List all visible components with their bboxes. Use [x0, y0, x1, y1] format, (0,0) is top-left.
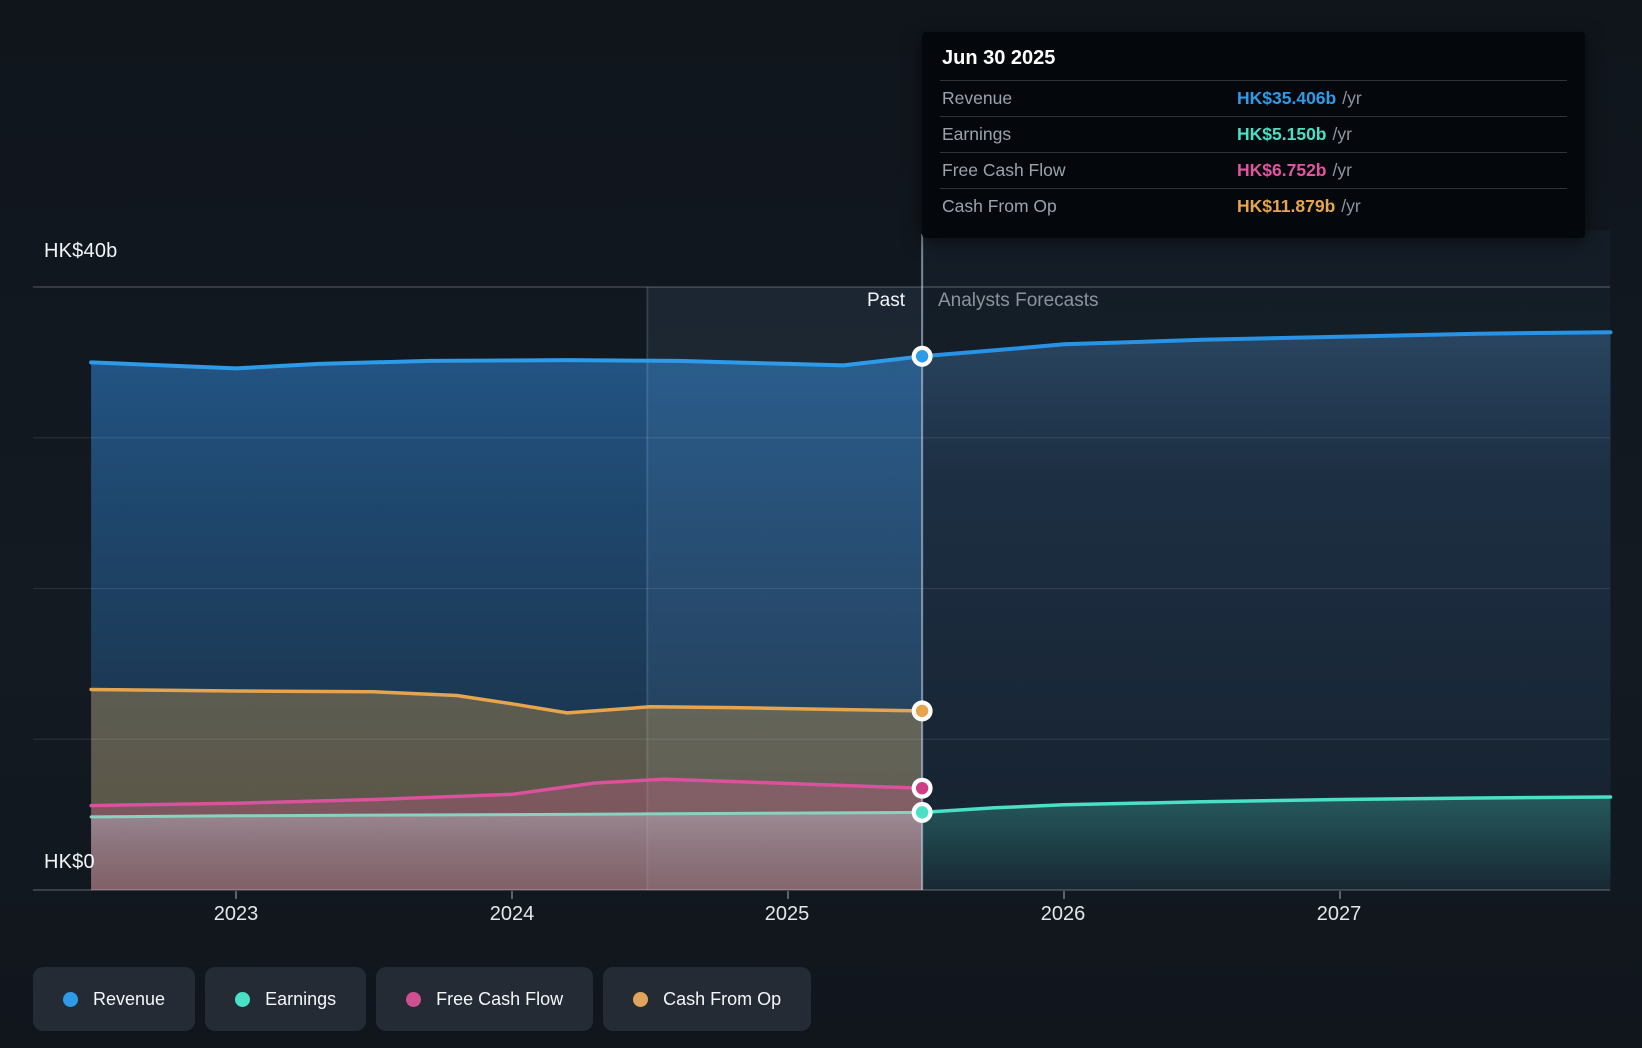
x-tick-2026: 2026	[1040, 903, 1086, 925]
cash-from-op-dot-icon	[633, 991, 649, 1007]
x-tick-2025: 2025	[764, 903, 810, 925]
revenue-dot-icon	[63, 991, 78, 1007]
x-tick-2027: 2027	[1316, 903, 1362, 925]
earnings-dot-icon	[235, 991, 251, 1007]
x-tick-2023: 2023	[213, 903, 259, 925]
tooltip: Jun 30 2025 Revenue HK$35.406b/yr Earnin…	[922, 32, 1585, 238]
tooltip-row-revenue: Revenue HK$35.406b/yr	[940, 80, 1567, 116]
legend-pill-revenue[interactable]: Revenue	[33, 967, 196, 1031]
analysts-forecasts-label: Analysts Forecasts	[938, 290, 1099, 311]
y-axis-label-0: HK$0	[44, 851, 95, 873]
earnings-value: HK$5.150b	[1237, 124, 1327, 144]
x-tick-2024: 2024	[489, 903, 535, 925]
earnings-revenue-growth-chart: HK$40b HK$0 Past Analysts Forecasts 2023…	[0, 0, 1642, 1048]
tooltip-date: Jun 30 2025	[942, 47, 1056, 69]
legend-pill-earnings[interactable]: Earnings	[205, 967, 367, 1031]
legend-pill-cash-from-op[interactable]: Cash From Op	[603, 967, 812, 1031]
cash-from-op-value: HK$11.879b	[1237, 196, 1336, 216]
y-axis-label-40b: HK$40b	[44, 240, 118, 262]
free-cash-flow-dot-icon	[406, 991, 422, 1007]
tooltip-row-earnings: Earnings HK$5.150b/yr	[940, 116, 1567, 152]
legend-pill-free-cash-flow[interactable]: Free Cash Flow	[376, 967, 594, 1031]
legend: Revenue Earnings Free Cash Flow Cash Fro…	[33, 967, 812, 1031]
tooltip-row-free-cash-flow: Free Cash Flow HK$6.752b/yr	[940, 152, 1567, 188]
free-cash-flow-value: HK$6.752b	[1237, 160, 1327, 180]
revenue-value: HK$35.406b	[1237, 88, 1337, 108]
tooltip-row-cash-from-op: Cash From Op HK$11.879b/yr	[940, 188, 1567, 224]
past-label: Past	[866, 290, 905, 311]
